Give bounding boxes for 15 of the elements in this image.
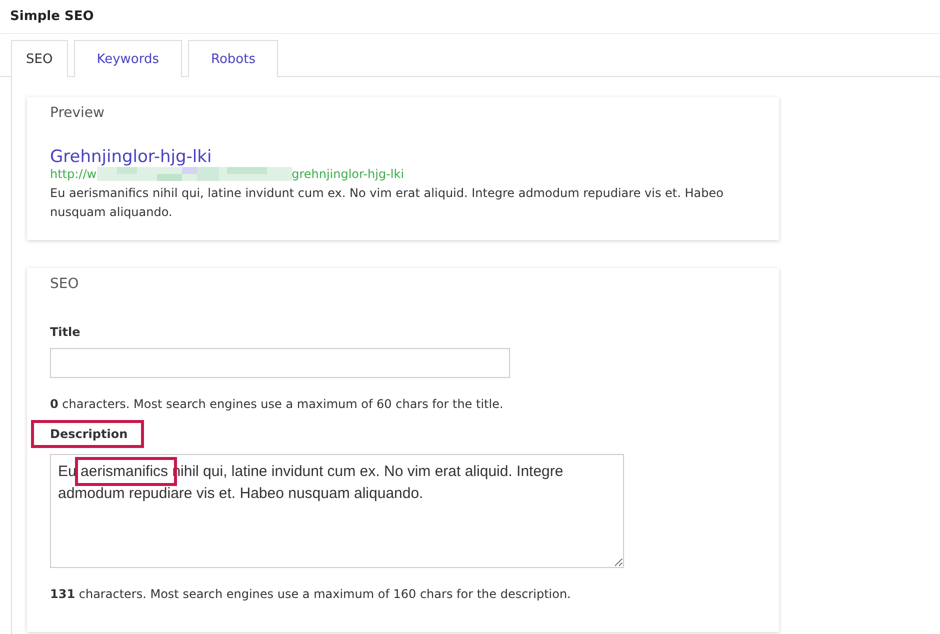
field-label: Title: [50, 325, 80, 339]
preview-snippet: Eu aerismanifics nihil qui, latine invidunt cum ex. No vim erat aliquid. Integre admodum repudiare vis et. Habeo nusquam aliquando.: [50, 185, 724, 221]
preview-url: grehnjinglor-hjg-lki: [292, 167, 404, 181]
tab[interactable]: Robots: [188, 40, 278, 77]
field-label: Description: [50, 427, 128, 441]
character-count-hint: 131 characters. Most search engines use a maximum of 160 chars for the description.: [50, 587, 572, 601]
preview-title-link[interactable]: Grehnjinglor-hjg-lki: [50, 147, 755, 167]
tab[interactable]: Keywords: [74, 40, 182, 77]
title-input[interactable]: [50, 348, 510, 378]
card-heading: Preview: [50, 105, 106, 121]
tab[interactable]: SEO: [11, 40, 68, 77]
page-title: Simple SEO: [10, 9, 94, 24]
preview-url: http://w: [50, 167, 97, 181]
card-heading: SEO: [50, 276, 80, 292]
character-count-hint: 0 characters. Most search engines use a maximum of 60 chars for the title.: [50, 397, 504, 411]
